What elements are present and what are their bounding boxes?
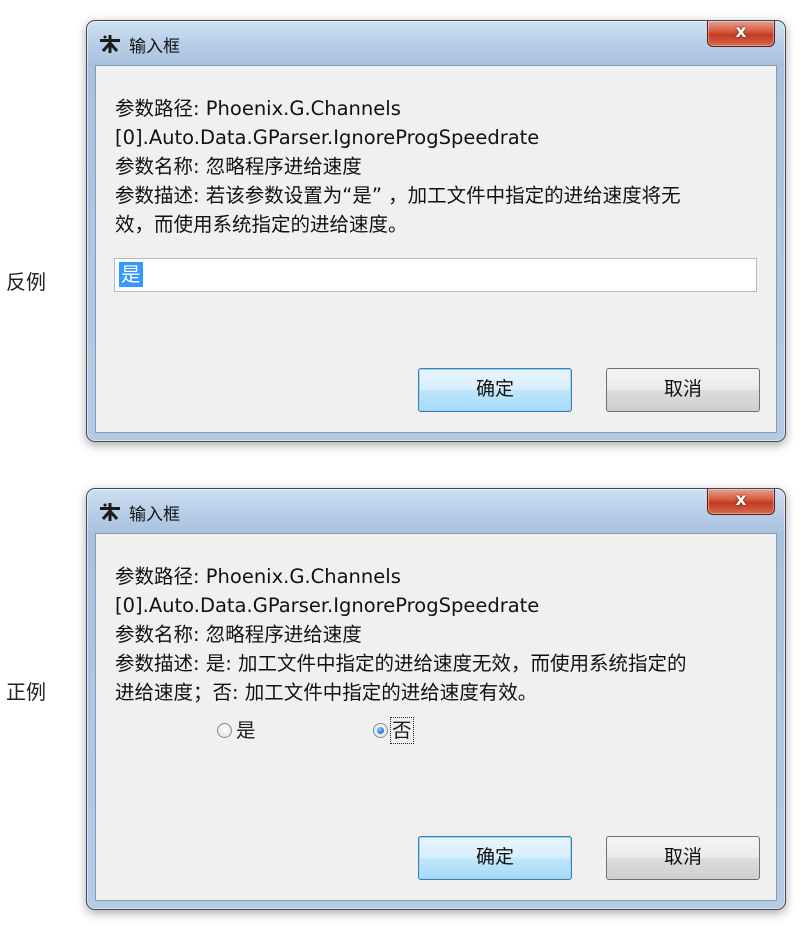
param-desc-line: 参数描述: 若该参数设置为“是” ，加工文件中指定的进给速度将无: [115, 184, 681, 207]
cancel-button[interactable]: 取消: [606, 368, 760, 412]
app-icon: [100, 503, 120, 521]
param-name-line: 参数名称: 忽略程序进给速度: [115, 155, 362, 178]
cancel-button[interactable]: 取消: [606, 836, 760, 880]
app-icon: [100, 35, 120, 53]
close-icon: x: [735, 22, 747, 42]
param-path-line: 参数路径: Phoenix.G.Channels: [115, 565, 401, 588]
titlebar[interactable]: 输入框 x: [87, 21, 785, 65]
param-path-line-cont: [0].Auto.Data.GParser.IgnoreProgSpeedrat…: [115, 594, 540, 617]
close-button[interactable]: x: [707, 489, 775, 515]
param-path-line-cont: [0].Auto.Data.GParser.IgnoreProgSpeedrat…: [115, 126, 540, 149]
radio-no-label: 否: [390, 717, 414, 744]
radio-button-icon: [217, 723, 232, 738]
ok-button[interactable]: 确定: [418, 836, 572, 880]
param-desc-line: 参数描述: 是: 加工文件中指定的进给速度无效，而使用系统指定的: [115, 652, 687, 675]
value-input-text: 是: [119, 262, 143, 287]
dialog-title: 输入框: [129, 505, 180, 525]
param-name-line: 参数名称: 忽略程序进给速度: [115, 623, 362, 646]
dialog-good-example: 输入框 x 参数路径: Phoenix.G.Channels [0].Auto.…: [86, 488, 786, 910]
dialog-title: 输入框: [129, 37, 180, 57]
value-input[interactable]: 是: [114, 258, 757, 292]
dialog-body: 参数路径: Phoenix.G.Channels [0].Auto.Data.G…: [95, 65, 777, 433]
param-desc-line-cont: 效，而使用系统指定的进给速度。: [115, 213, 408, 236]
label-good-example: 正例: [6, 680, 46, 704]
close-button[interactable]: x: [707, 21, 775, 47]
radio-button-icon: [373, 723, 388, 738]
label-bad-example: 反例: [6, 270, 46, 294]
dialog-body: 参数路径: Phoenix.G.Channels [0].Auto.Data.G…: [95, 533, 777, 901]
radio-yes[interactable]: 是: [217, 718, 256, 744]
description: 参数路径: Phoenix.G.Channels [0].Auto.Data.G…: [115, 94, 681, 239]
param-desc-line-cont: 进给速度；否: 加工文件中指定的进给速度有效。: [115, 681, 538, 704]
ok-button[interactable]: 确定: [418, 368, 572, 412]
radio-yes-label: 是: [236, 719, 256, 742]
close-icon: x: [735, 490, 747, 510]
radio-no[interactable]: 否: [373, 717, 414, 744]
param-path-line: 参数路径: Phoenix.G.Channels: [115, 97, 401, 120]
description: 参数路径: Phoenix.G.Channels [0].Auto.Data.G…: [115, 562, 687, 707]
titlebar[interactable]: 输入框 x: [87, 489, 785, 533]
dialog-bad-example: 输入框 x 参数路径: Phoenix.G.Channels [0].Auto.…: [86, 20, 786, 442]
